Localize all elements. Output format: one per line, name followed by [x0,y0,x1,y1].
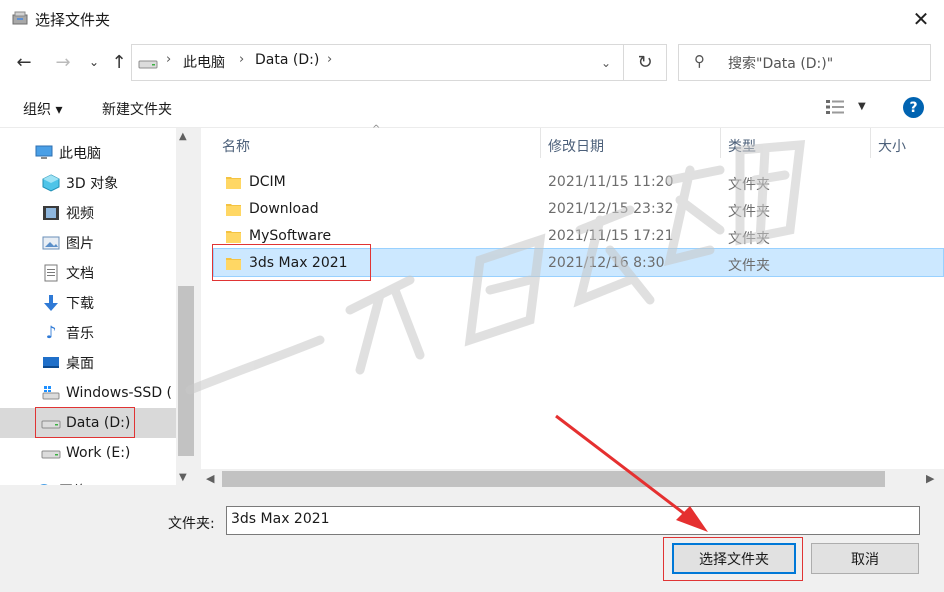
column-header-size[interactable]: 大小 [878,136,906,156]
sidebar-item-music[interactable]: ♪ 音乐 [0,318,176,348]
column-header-name[interactable]: 名称 [222,136,250,156]
network-icon [34,481,54,485]
music-icon: ♪ [45,323,57,343]
annotation-arrow [550,410,720,540]
file-type: 文件夹 [728,204,770,220]
sidebar-item-label: Work (E:) [66,445,131,461]
file-type: 文件夹 [728,177,770,193]
file-modified: 2021/12/15 23:32 [548,201,674,217]
highlight-box [212,244,371,281]
breadcrumb-separator-icon: › [327,52,333,67]
sidebar-item-label: 视频 [66,206,94,222]
sidebar-item-videos[interactable]: 视频 [0,198,176,228]
search-input[interactable]: 搜索"Data (D:)" [728,53,833,73]
sidebar-item-this-pc[interactable]: 此电脑 [0,138,176,168]
sidebar-item-label: 网络 [59,481,87,485]
sidebar-item-downloads[interactable]: 下载 [0,288,176,318]
sidebar-item-label: 下载 [66,296,94,312]
file-type: 文件夹 [728,258,770,274]
search-icon: ⚲ [694,52,705,70]
file-name: MySoftware [249,228,332,244]
window-title: 选择文件夹 [35,11,111,29]
download-icon [41,293,61,313]
picture-icon [41,233,61,253]
breadcrumb-separator-icon: › [166,52,172,67]
column-divider[interactable] [870,128,871,158]
sidebar-item-label: 桌面 [66,356,94,372]
breadcrumb-data-drive[interactable]: Data (D:) [255,52,319,68]
sidebar-item-label: 图片 [66,236,94,252]
sidebar-item-3d-objects[interactable]: 3D 对象 [0,168,176,198]
column-header-modified[interactable]: 修改日期 [548,136,604,156]
column-header-type[interactable]: 类型 [728,136,756,156]
sidebar-item-label: 3D 对象 [66,176,119,192]
view-options-icon[interactable] [826,100,846,118]
drive-icon [138,56,158,74]
sidebar-item-label: 此电脑 [59,146,101,162]
folder-field-label: 文件夹: [168,516,215,532]
view-dropdown-icon[interactable]: ▼ [858,101,866,112]
close-icon[interactable]: ✕ [904,2,938,36]
cube-icon [41,173,61,193]
file-modified: 2021/12/16 8:30 [548,255,665,271]
file-name: DCIM [249,174,286,190]
address-dropdown-chevron-icon[interactable]: ⌄ [588,44,624,81]
windows-drive-icon [41,383,61,403]
scroll-up-icon[interactable]: ▲ [179,131,187,142]
highlight-box [35,407,135,438]
folder-picker-icon [11,9,29,27]
scroll-left-icon[interactable]: ◀ [206,472,214,485]
sidebar-item-desktop[interactable]: 桌面 [0,348,176,378]
file-name: Download [249,201,319,217]
sort-ascending-icon: ^ [372,124,381,135]
file-modified: 2021/11/15 11:20 [548,174,674,190]
recent-locations-chevron-icon[interactable]: ⌄ [81,49,107,75]
scroll-down-icon[interactable]: ▼ [179,472,187,483]
folder-icon [226,175,241,189]
back-arrow-icon[interactable]: ← [11,49,37,75]
new-folder-button[interactable]: 新建文件夹 [102,99,172,119]
sidebar-item-label: Windows-SSD ( [66,385,173,401]
column-divider[interactable] [540,128,541,158]
refresh-icon[interactable]: ↻ [624,44,667,81]
folder-icon [226,229,241,243]
sidebar-item-work-drive[interactable]: Work (E:) [0,438,176,468]
sidebar-item-label: 文档 [66,266,94,282]
navigation-pane-scroll-thumb[interactable] [178,286,194,456]
highlight-box [663,537,803,581]
up-arrow-icon[interactable]: ↑ [106,49,132,75]
desktop-icon [41,353,61,373]
scroll-right-icon[interactable]: ▶ [926,472,934,485]
column-divider[interactable] [720,128,721,158]
organize-button[interactable]: 组织 ▾ [23,99,62,119]
cancel-button[interactable]: 取消 [811,543,919,574]
forward-arrow-icon[interactable]: → [50,49,76,75]
help-icon[interactable]: ? [903,97,924,118]
sidebar-item-network[interactable]: 网络 [0,476,176,485]
title-bar [0,0,944,38]
folder-icon [226,202,241,216]
sidebar-item-label: 音乐 [66,326,94,342]
video-icon [41,203,61,223]
breadcrumb-separator-icon: › [239,52,245,67]
file-modified: 2021/11/15 17:21 [548,228,674,244]
breadcrumb-this-pc[interactable]: 此电脑 [183,52,225,72]
file-type: 文件夹 [728,231,770,247]
sidebar-item-documents[interactable]: 文档 [0,258,176,288]
computer-icon [34,143,54,163]
document-icon [41,263,61,283]
drive-icon [41,443,61,463]
sidebar-item-pictures[interactable]: 图片 [0,228,176,258]
sidebar-item-windows-ssd[interactable]: Windows-SSD ( [0,378,176,408]
